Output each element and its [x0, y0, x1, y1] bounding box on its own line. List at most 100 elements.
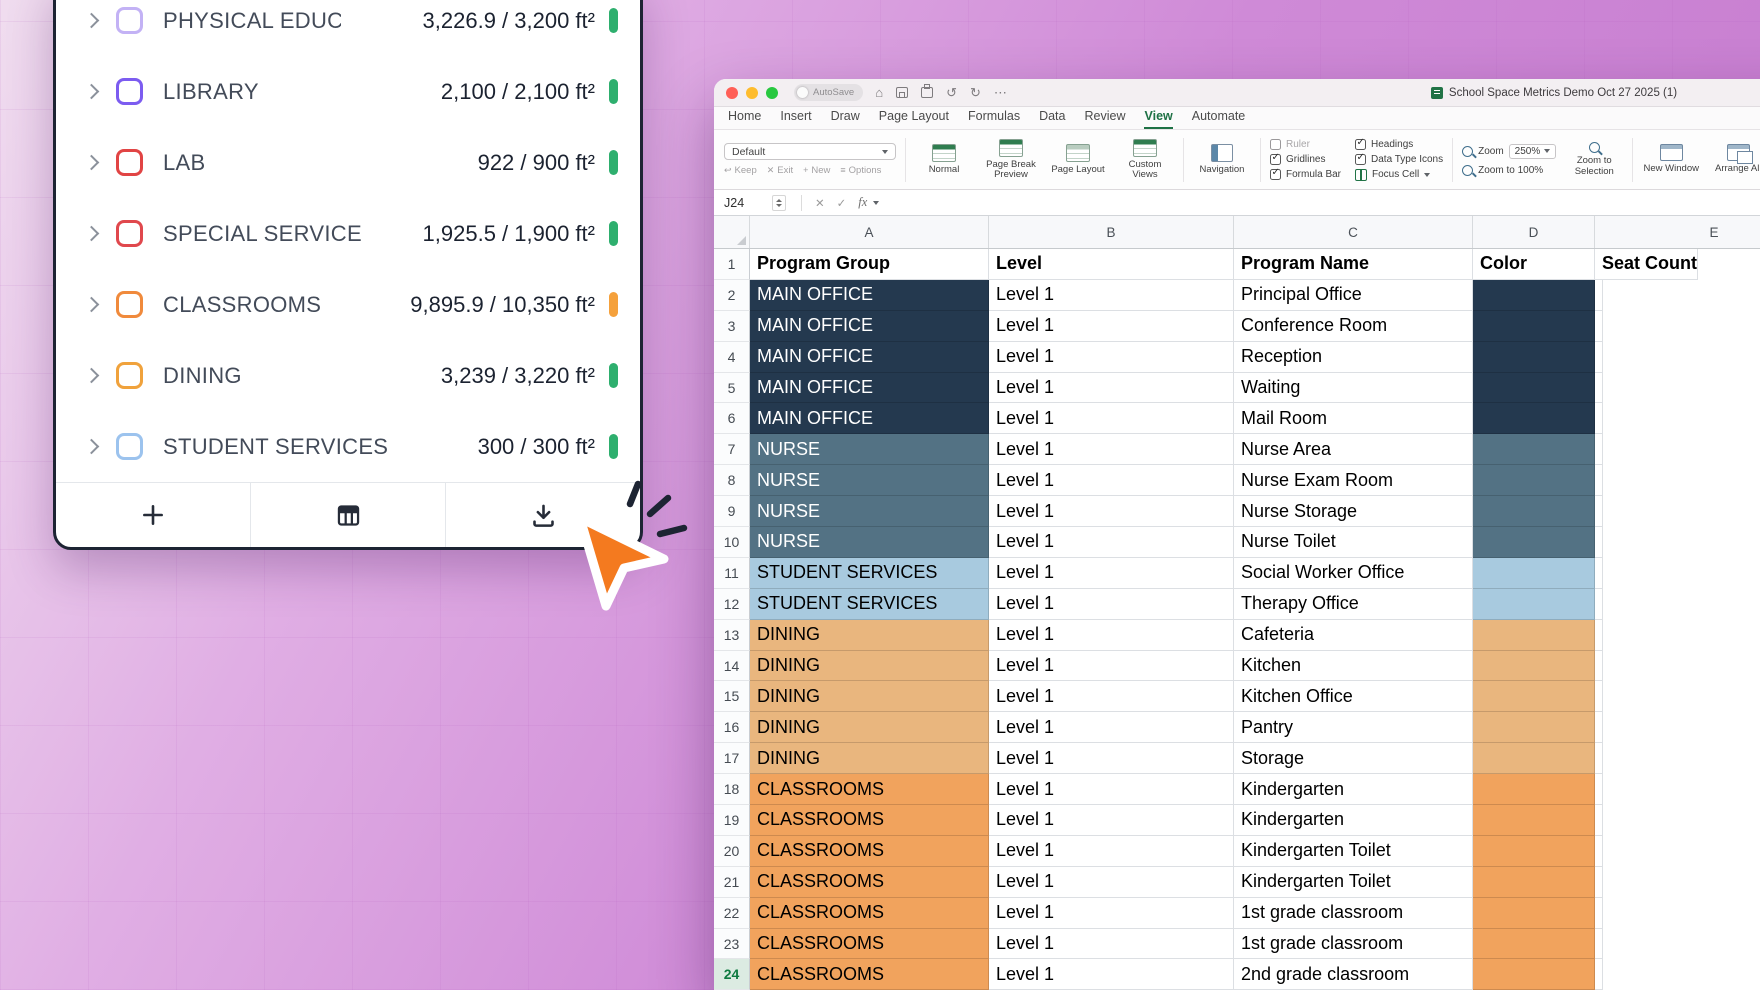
cell[interactable] [1595, 558, 1603, 589]
cell[interactable]: Level 1 [989, 681, 1234, 712]
chevron-right-icon[interactable] [82, 299, 100, 310]
cell[interactable] [1595, 373, 1603, 404]
cell[interactable]: Level 1 [989, 620, 1234, 651]
cell[interactable]: NURSE [750, 465, 989, 496]
cell[interactable]: DINING [750, 681, 989, 712]
cell[interactable]: Level 1 [989, 959, 1234, 990]
cell[interactable] [1595, 774, 1603, 805]
row-header-11[interactable]: 11 [714, 558, 750, 589]
cell[interactable] [1595, 589, 1603, 620]
header-cell[interactable]: Level [989, 249, 1234, 280]
cell[interactable]: Level 1 [989, 558, 1234, 589]
arrange-all-button[interactable]: Arrange All [1709, 144, 1760, 174]
cell[interactable] [1473, 311, 1595, 342]
cell[interactable] [1473, 496, 1595, 527]
cell[interactable] [1595, 743, 1603, 774]
cell[interactable]: Level 1 [989, 465, 1234, 496]
cell[interactable] [1473, 743, 1595, 774]
row-header-14[interactable]: 14 [714, 651, 750, 682]
tab-formulas[interactable]: Formulas [968, 109, 1020, 129]
cell[interactable] [1473, 280, 1595, 311]
cell[interactable] [1473, 620, 1595, 651]
cell[interactable]: Level 1 [989, 867, 1234, 898]
save-icon[interactable] [896, 87, 908, 98]
row-header-20[interactable]: 20 [714, 836, 750, 867]
cell[interactable]: Level 1 [989, 651, 1234, 682]
new-window-button[interactable]: New Window [1642, 144, 1700, 174]
cell[interactable] [1595, 959, 1603, 990]
cell[interactable] [1595, 496, 1603, 527]
normal-view-button[interactable]: Normal [915, 144, 973, 175]
row-header-23[interactable]: 23 [714, 929, 750, 960]
cell[interactable] [1473, 867, 1595, 898]
cell[interactable] [1473, 712, 1595, 743]
panel-row-classrooms[interactable]: CLASSROOMS9,895.9 / 10,350 ft² [56, 269, 640, 340]
cell[interactable]: Level 1 [989, 929, 1234, 960]
cell[interactable]: DINING [750, 712, 989, 743]
home-icon[interactable]: ⌂ [875, 86, 883, 99]
cell[interactable]: Level 1 [989, 805, 1234, 836]
row-header-7[interactable]: 7 [714, 434, 750, 465]
exit-button[interactable]: ✕Exit [767, 165, 793, 176]
custom-views-button[interactable]: Custom Views [1116, 139, 1174, 181]
chevron-right-icon[interactable] [82, 157, 100, 168]
panel-row-physical-educa[interactable]: PHYSICAL EDUCA3,226.9 / 3,200 ft² [56, 0, 640, 56]
row-header-19[interactable]: 19 [714, 805, 750, 836]
color-checkbox[interactable] [116, 78, 143, 105]
cell[interactable] [1473, 929, 1595, 960]
panel-row-special-service[interactable]: SPECIAL SERVICE1,925.5 / 1,900 ft² [56, 198, 640, 269]
tab-data[interactable]: Data [1039, 109, 1065, 129]
cell[interactable]: Social Worker Office [1234, 558, 1473, 589]
chevron-right-icon[interactable] [82, 370, 100, 381]
close-window-button[interactable] [726, 87, 738, 99]
cell[interactable] [1595, 929, 1603, 960]
cell[interactable] [1473, 898, 1595, 929]
cell[interactable]: 1st grade classroom [1234, 898, 1473, 929]
headings-checkbox[interactable]: Headings [1355, 139, 1443, 150]
cell[interactable] [1595, 898, 1603, 929]
cell[interactable] [1473, 527, 1595, 558]
cell[interactable]: Kindergarten [1234, 805, 1473, 836]
cell[interactable]: STUDENT SERVICES [750, 558, 989, 589]
panel-row-student-services[interactable]: STUDENT SERVICES300 / 300 ft² [56, 411, 640, 482]
row-header-10[interactable]: 10 [714, 527, 750, 558]
cell[interactable] [1595, 403, 1603, 434]
name-box-stepper[interactable] [772, 195, 786, 211]
ruler-checkbox[interactable]: Ruler [1270, 139, 1341, 150]
sheet-view-dropdown[interactable]: Default [724, 143, 896, 160]
cell[interactable]: DINING [750, 743, 989, 774]
cell[interactable] [1595, 805, 1603, 836]
cancel-icon[interactable]: ✕ [815, 196, 825, 210]
cell[interactable] [1473, 465, 1595, 496]
spreadsheet-export-button[interactable] [251, 483, 446, 547]
cell[interactable] [1473, 651, 1595, 682]
row-header-3[interactable]: 3 [714, 311, 750, 342]
cell[interactable] [1473, 681, 1595, 712]
page-break-preview-button[interactable]: Page Break Preview [982, 139, 1040, 181]
zoom-window-button[interactable] [766, 87, 778, 99]
row-header-13[interactable]: 13 [714, 620, 750, 651]
tab-insert[interactable]: Insert [780, 109, 811, 129]
cell[interactable]: Kindergarten Toilet [1234, 836, 1473, 867]
cell[interactable]: CLASSROOMS [750, 898, 989, 929]
row-header-21[interactable]: 21 [714, 867, 750, 898]
zoom-control[interactable]: Zoom 250% [1462, 144, 1556, 159]
row-header-12[interactable]: 12 [714, 589, 750, 620]
cell[interactable]: Cafeteria [1234, 620, 1473, 651]
focus-cell-button[interactable]: Focus Cell [1355, 169, 1443, 181]
row-header-24[interactable]: 24 [714, 959, 750, 990]
cell[interactable]: MAIN OFFICE [750, 342, 989, 373]
row-header-5[interactable]: 5 [714, 373, 750, 404]
cell[interactable]: MAIN OFFICE [750, 280, 989, 311]
cell[interactable]: MAIN OFFICE [750, 403, 989, 434]
cell[interactable]: DINING [750, 651, 989, 682]
cell[interactable]: Waiting [1234, 373, 1473, 404]
cell[interactable]: Level 1 [989, 898, 1234, 929]
header-cell[interactable]: Color [1473, 249, 1595, 280]
zoom-100-button[interactable]: Zoom to 100% [1462, 165, 1556, 176]
row-header-22[interactable]: 22 [714, 898, 750, 929]
cell[interactable]: Mail Room [1234, 403, 1473, 434]
color-checkbox[interactable] [116, 291, 143, 318]
panel-row-dining[interactable]: DINING3,239 / 3,220 ft² [56, 340, 640, 411]
chevron-right-icon[interactable] [82, 15, 100, 26]
